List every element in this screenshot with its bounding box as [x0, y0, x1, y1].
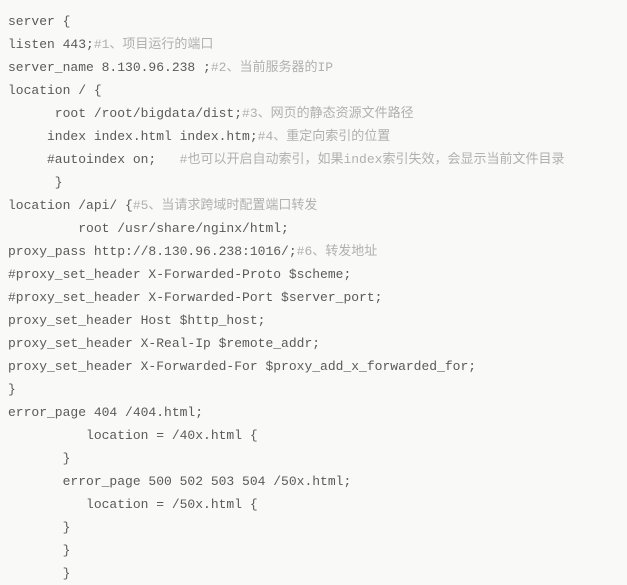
- code-line: error_page 500 502 503 504 /50x.html;: [8, 470, 619, 493]
- code-text: #autoindex on;: [8, 152, 180, 167]
- code-text: proxy_pass http://8.130.96.238:1016/;: [8, 244, 297, 259]
- code-line: location = /40x.html {: [8, 424, 619, 447]
- code-text: }: [8, 175, 63, 190]
- code-text: server_name 8.130.96.238 ;: [8, 60, 211, 75]
- code-line: root /usr/share/nginx/html;: [8, 217, 619, 240]
- code-line: index index.html index.htm;#4、重定向索引的位置: [8, 125, 619, 148]
- code-line: }: [8, 378, 619, 401]
- code-text: server {: [8, 14, 70, 29]
- code-line: location / {: [8, 79, 619, 102]
- code-line: root /root/bigdata/dist;#3、网页的静态资源文件路径: [8, 102, 619, 125]
- code-line: #autoindex on; #也可以开启自动索引，如果index索引失效，会显…: [8, 148, 619, 171]
- code-line: }: [8, 516, 619, 539]
- code-text: root /root/bigdata/dist;: [8, 106, 242, 121]
- code-text: location = /40x.html {: [8, 428, 258, 443]
- code-line: server {: [8, 10, 619, 33]
- code-line: proxy_set_header X-Real-Ip $remote_addr;: [8, 332, 619, 355]
- code-line: proxy_set_header Host $http_host;: [8, 309, 619, 332]
- comment-text: #4、重定向索引的位置: [258, 129, 391, 144]
- code-line: }: [8, 562, 619, 585]
- code-line: proxy_pass http://8.130.96.238:1016/;#6、…: [8, 240, 619, 263]
- nginx-config-code-block: server {listen 443;#1、项目运行的端口server_name…: [8, 10, 619, 585]
- code-text: }: [8, 543, 70, 558]
- code-line: }: [8, 447, 619, 470]
- code-line: #proxy_set_header X-Forwarded-Proto $sch…: [8, 263, 619, 286]
- comment-text: #3、网页的静态资源文件路径: [242, 106, 414, 121]
- code-text: listen 443;: [8, 37, 94, 52]
- comment-text: #2、当前服务器的IP: [211, 60, 333, 75]
- code-line: location = /50x.html {: [8, 493, 619, 516]
- code-line: server_name 8.130.96.238 ;#2、当前服务器的IP: [8, 56, 619, 79]
- code-line: }: [8, 171, 619, 194]
- code-text: error_page 500 502 503 504 /50x.html;: [8, 474, 351, 489]
- code-text: location = /50x.html {: [8, 497, 258, 512]
- code-text: #proxy_set_header X-Forwarded-Port $serv…: [8, 290, 382, 305]
- code-text: root /usr/share/nginx/html;: [8, 221, 289, 236]
- code-text: proxy_set_header Host $http_host;: [8, 313, 265, 328]
- comment-text: #也可以开启自动索引，如果index索引失效，会显示当前文件目录: [180, 152, 565, 167]
- comment-text: #1、项目运行的端口: [94, 37, 214, 52]
- code-line: }: [8, 539, 619, 562]
- code-text: location /api/ {: [8, 198, 133, 213]
- comment-text: #5、当请求跨域时配置端口转发: [133, 198, 318, 213]
- code-text: #proxy_set_header X-Forwarded-Proto $sch…: [8, 267, 351, 282]
- code-text: }: [8, 382, 16, 397]
- code-line: #proxy_set_header X-Forwarded-Port $serv…: [8, 286, 619, 309]
- code-text: }: [8, 520, 70, 535]
- code-text: }: [8, 451, 70, 466]
- code-text: location / {: [8, 83, 102, 98]
- code-text: proxy_set_header X-Real-Ip $remote_addr;: [8, 336, 320, 351]
- code-text: index index.html index.htm;: [8, 129, 258, 144]
- code-text: proxy_set_header X-Forwarded-For $proxy_…: [8, 359, 476, 374]
- code-line: proxy_set_header X-Forwarded-For $proxy_…: [8, 355, 619, 378]
- code-line: location /api/ {#5、当请求跨域时配置端口转发: [8, 194, 619, 217]
- comment-text: #6、转发地址: [297, 244, 378, 259]
- code-text: error_page 404 /404.html;: [8, 405, 203, 420]
- code-line: listen 443;#1、项目运行的端口: [8, 33, 619, 56]
- code-line: error_page 404 /404.html;: [8, 401, 619, 424]
